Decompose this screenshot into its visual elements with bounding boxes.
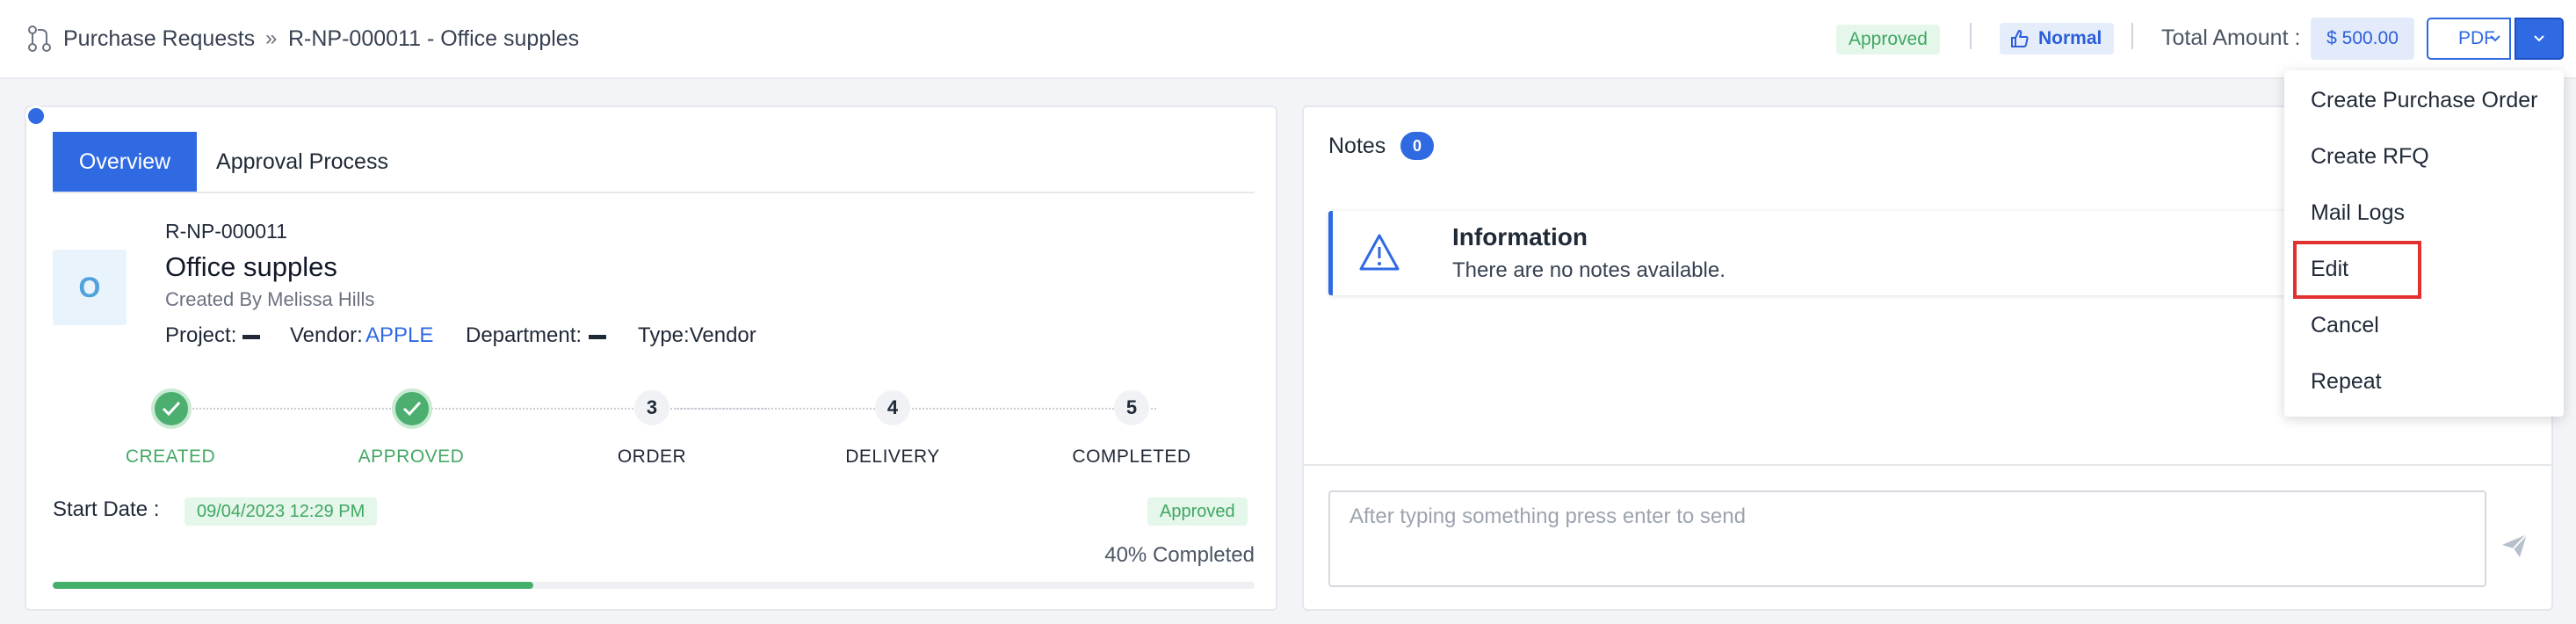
department-empty-dash bbox=[589, 335, 606, 339]
send-icon[interactable] bbox=[2500, 533, 2529, 559]
menu-item-repeat[interactable]: Repeat bbox=[2311, 367, 2382, 395]
priority-badge: Normal bbox=[2000, 23, 2115, 54]
step-completed-number: 5 bbox=[1114, 390, 1149, 425]
menu-item-create-rfq[interactable]: Create RFQ bbox=[2311, 142, 2429, 171]
project-label: Project: bbox=[165, 323, 237, 347]
check-icon bbox=[402, 401, 422, 417]
menu-item-cancel[interactable]: Cancel bbox=[2311, 311, 2379, 339]
actions-dropdown-menu: Create Purchase Order Create RFQ Mail Lo… bbox=[2284, 70, 2564, 417]
tab-approval-process[interactable]: Approval Process bbox=[197, 132, 408, 192]
breadcrumb-separator: » bbox=[265, 26, 278, 50]
warning-icon bbox=[1359, 234, 1400, 271]
header-divider bbox=[1970, 23, 1972, 49]
step-completed-label: COMPLETED bbox=[1072, 446, 1191, 467]
step-order-label: ORDER bbox=[617, 446, 687, 467]
notes-divider bbox=[1304, 464, 2551, 466]
chevron-down-icon bbox=[2490, 35, 2500, 42]
info-title: Information bbox=[1452, 223, 1588, 250]
step-connector bbox=[677, 408, 1156, 410]
progress-bar bbox=[53, 582, 1255, 589]
notes-count-badge: 0 bbox=[1400, 132, 1434, 160]
tab-divider bbox=[53, 192, 1255, 193]
menu-item-create-purchase-order[interactable]: Create Purchase Order bbox=[2311, 86, 2537, 114]
step-order-number: 3 bbox=[634, 390, 669, 425]
git-pull-request-icon bbox=[28, 25, 51, 52]
start-date-badge: 09/04/2023 12:29 PM bbox=[185, 497, 378, 526]
total-amount-label: Total Amount : bbox=[2161, 25, 2301, 50]
request-id: R-NP-000011 bbox=[165, 220, 287, 243]
step-created-label: CREATED bbox=[125, 446, 216, 467]
edit-highlight-box bbox=[2293, 241, 2421, 299]
vendor-link[interactable]: APPLE bbox=[365, 323, 433, 348]
menu-item-mail-logs[interactable]: Mail Logs bbox=[2311, 199, 2405, 227]
note-input[interactable] bbox=[1328, 490, 2486, 587]
breadcrumb-current: R-NP-000011 - Office supples bbox=[288, 26, 580, 51]
start-date-label: Start Date : bbox=[53, 497, 160, 521]
actions-dropdown-toggle[interactable] bbox=[2514, 18, 2564, 60]
check-icon bbox=[162, 401, 181, 417]
step-created-check bbox=[151, 388, 192, 429]
step-delivery-number: 4 bbox=[875, 390, 910, 425]
step-approved-label: APPROVED bbox=[358, 446, 465, 467]
step-delivery-label: DELIVERY bbox=[845, 446, 940, 467]
thumbs-up-icon bbox=[2011, 30, 2029, 47]
created-by: Created By Melissa Hills bbox=[165, 288, 375, 310]
active-indicator-dot bbox=[25, 105, 47, 127]
type-label: Type:Vendor bbox=[638, 323, 756, 347]
page-header: Purchase Requests » R-NP-000011 - Office… bbox=[0, 0, 2576, 79]
project-empty-dash bbox=[242, 335, 260, 339]
info-text: There are no notes available. bbox=[1452, 258, 1726, 282]
status-badge: Approved bbox=[1836, 25, 1940, 54]
overview-card: Overview Approval Process O R-NP-000011 … bbox=[25, 105, 1277, 611]
breadcrumb-root-link[interactable]: Purchase Requests bbox=[63, 25, 255, 53]
pdf-button[interactable]: PDF bbox=[2427, 18, 2511, 60]
avatar: O bbox=[53, 250, 127, 325]
tab-overview[interactable]: Overview bbox=[53, 132, 197, 192]
chevron-down-icon bbox=[2534, 35, 2544, 42]
progress-text: 40% Completed bbox=[1104, 543, 1255, 567]
approval-status-badge: Approved bbox=[1147, 497, 1248, 526]
step-approved-check bbox=[392, 388, 432, 429]
request-title: Office supples bbox=[165, 251, 337, 282]
department-label: Department: bbox=[466, 323, 582, 347]
header-divider bbox=[2131, 23, 2133, 49]
progress-bar-fill bbox=[53, 582, 534, 589]
priority-label: Normal bbox=[2038, 28, 2102, 48]
total-amount-value: $ 500.00 bbox=[2311, 18, 2414, 60]
notes-title: Notes bbox=[1328, 134, 1386, 158]
vendor-label: Vendor: bbox=[290, 323, 363, 347]
